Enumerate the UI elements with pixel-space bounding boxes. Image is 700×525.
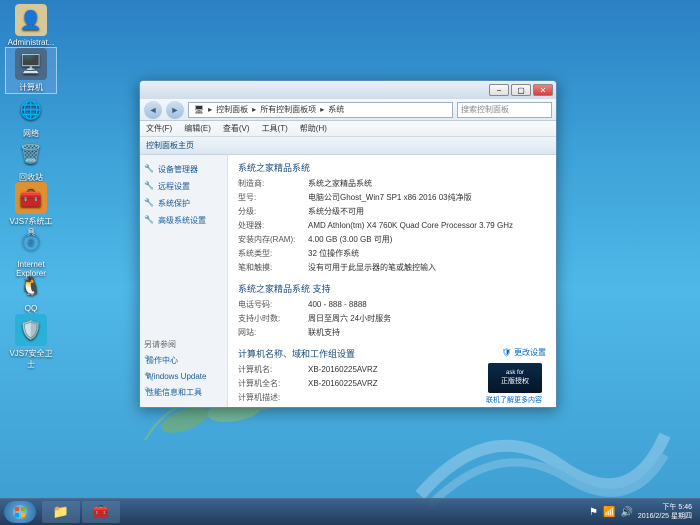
close-button[interactable]: ✕	[533, 84, 553, 96]
see-also-heading: 另请参阅	[144, 339, 223, 350]
sidebar-advanced[interactable]: 高级系统设置	[144, 212, 223, 229]
sidebar-performance[interactable]: 性能信息和工具	[144, 384, 223, 401]
titlebar: − ▢ ✕	[140, 81, 556, 99]
menu-file[interactable]: 文件(F)	[146, 123, 172, 134]
task-explorer[interactable]: 📁	[42, 501, 80, 523]
menu-bar: 文件(F) 编辑(E) 查看(V) 工具(T) 帮助(H)	[140, 121, 556, 137]
task-tools[interactable]: 🧰	[82, 501, 120, 523]
desktop-icon-computer[interactable]: 🖥️计算机	[6, 48, 56, 93]
genuine-learn-more-link[interactable]: 联机了解更多内容	[486, 395, 542, 405]
change-settings-link[interactable]: 🛡 更改设置	[502, 347, 546, 358]
system-tray: ⚑ 📶 🔊 下午 5:46 2016/2/25 星期四	[589, 503, 696, 521]
wallpaper-swirl	[410, 395, 670, 515]
breadcrumb-icon: 🖥	[194, 105, 204, 114]
menu-tools[interactable]: 工具(T)	[262, 123, 288, 134]
system-window: − ▢ ✕ ◄ ► 🖥 ▸控制面板 ▸所有控制面板项 ▸系统 搜索控制面板 文件…	[139, 80, 557, 408]
online-support-link[interactable]: 联机支持	[308, 327, 546, 339]
section-support-title: 系统之家精品系统 支持	[238, 282, 546, 295]
content-pane: 系统之家精品系统 制造商:系统之家精品系统 型号:电脑公司Ghost_Win7 …	[228, 155, 556, 407]
section-system-title: 系统之家精品系统	[238, 161, 546, 174]
desktop-icon-safe[interactable]: 🛡️VJS7安全卫士	[6, 314, 56, 370]
nav-bar: ◄ ► 🖥 ▸控制面板 ▸所有控制面板项 ▸系统 搜索控制面板	[140, 99, 556, 121]
back-button[interactable]: ◄	[144, 101, 162, 119]
desktop-icon-qq[interactable]: 🐧QQ	[6, 270, 56, 313]
sidebar-device-manager[interactable]: 设备管理器	[144, 161, 223, 178]
sidebar-windows-update[interactable]: Windows Update	[144, 369, 223, 384]
tray-network-icon[interactable]: 📶	[603, 507, 615, 518]
taskbar: 📁 🧰 ⚑ 📶 🔊 下午 5:46 2016/2/25 星期四	[0, 498, 700, 525]
section-name-title: 计算机名称、域和工作组设置	[238, 347, 546, 360]
genuine-badge[interactable]: ask for 正版授权	[488, 363, 542, 393]
sidebar-remote[interactable]: 远程设置	[144, 178, 223, 195]
desktop-icon-admin[interactable]: 👤Administrat...	[6, 4, 56, 47]
start-button[interactable]	[4, 501, 36, 523]
tray-flag-icon[interactable]: ⚑	[589, 507, 598, 518]
menu-edit[interactable]: 编辑(E)	[184, 123, 211, 134]
rating-link[interactable]: 系统分级不可用	[308, 206, 546, 218]
sidebar-protection[interactable]: 系统保护	[144, 195, 223, 212]
control-panel-home-link[interactable]: 控制面板主页	[146, 140, 194, 151]
sidebar-action-center[interactable]: 操作中心	[144, 352, 223, 369]
breadcrumb[interactable]: 🖥 ▸控制面板 ▸所有控制面板项 ▸系统	[188, 102, 453, 118]
desktop-icon-network[interactable]: 🌐网络	[6, 94, 56, 139]
menu-help[interactable]: 帮助(H)	[300, 123, 327, 134]
sidebar: 设备管理器 远程设置 系统保护 高级系统设置 另请参阅 操作中心 Windows…	[140, 155, 228, 407]
forward-button[interactable]: ►	[166, 101, 184, 119]
minimize-button[interactable]: −	[489, 84, 509, 96]
toolbar: 控制面板主页	[140, 137, 556, 155]
menu-view[interactable]: 查看(V)	[223, 123, 250, 134]
tray-volume-icon[interactable]: 🔊	[620, 507, 632, 518]
maximize-button[interactable]: ▢	[511, 84, 531, 96]
search-input[interactable]: 搜索控制面板	[457, 102, 552, 118]
tray-clock[interactable]: 下午 5:46 2016/2/25 星期四	[638, 503, 692, 521]
desktop-icon-recycle[interactable]: 🗑️回收站	[6, 138, 56, 183]
